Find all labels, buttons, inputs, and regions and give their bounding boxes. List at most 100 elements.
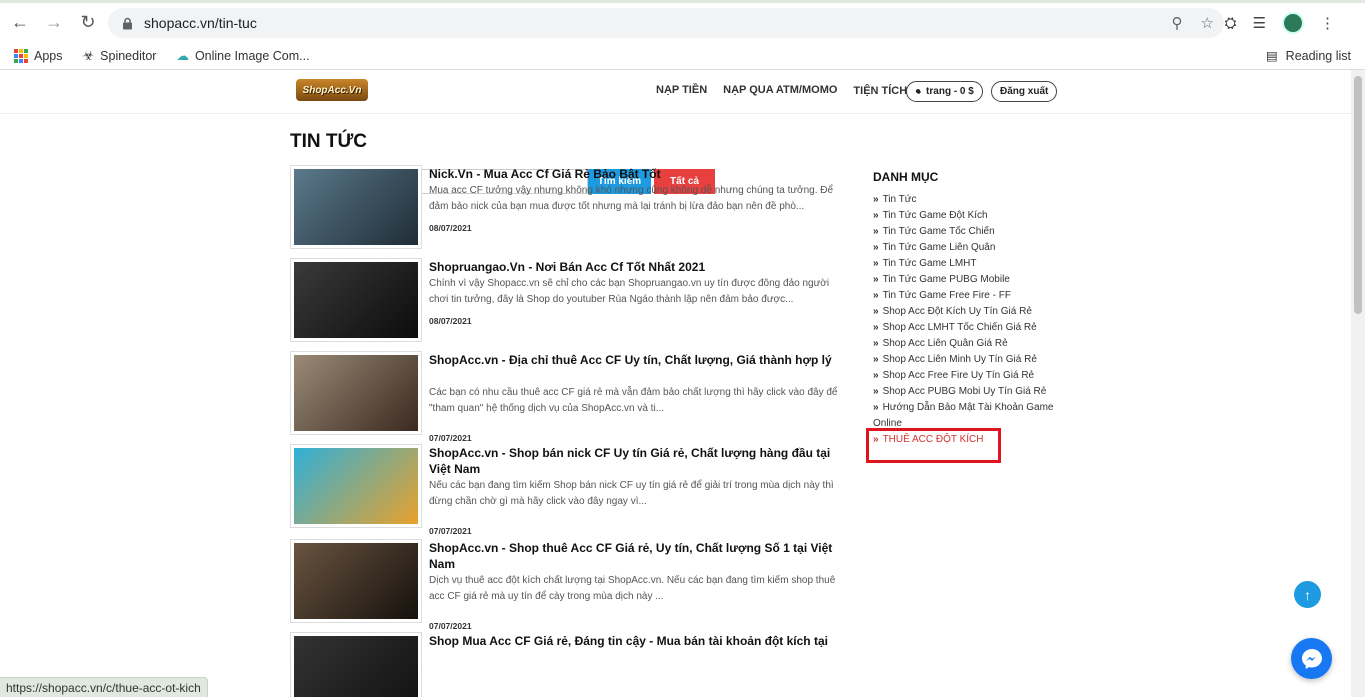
reading-list-icon: ▤ — [1265, 49, 1278, 63]
bookmark-label: Online Image Com... — [194, 48, 310, 63]
double-chevron-icon: » — [873, 386, 879, 397]
category-item[interactable]: » Tin Tức Game Free Fire - FF — [873, 288, 1054, 304]
cloud-icon: ☁ — [176, 49, 189, 63]
category-item[interactable]: » Tin Tức Game Tốc Chiến — [873, 224, 1054, 240]
post-thumbnail-image — [294, 448, 418, 524]
post-thumbnail[interactable] — [290, 258, 422, 342]
post-thumbnail[interactable] — [290, 165, 422, 249]
double-chevron-icon: » — [873, 226, 879, 237]
double-chevron-icon: » — [873, 402, 879, 413]
post-date: 08/07/2021 — [429, 223, 472, 233]
menu-nap-tien[interactable]: NẠP TIỀN — [656, 84, 707, 97]
messenger-button[interactable] — [1291, 638, 1332, 679]
post-date: 07/07/2021 — [429, 621, 472, 631]
media-queue-icon[interactable]: ☰ — [1253, 14, 1266, 32]
category-item[interactable]: » Shop Acc PUBG Mobi Uy Tín Giá Rẻ — [873, 384, 1054, 400]
post-description: Dịch vụ thuê acc đột kích chất lượng tại… — [429, 575, 836, 602]
back-icon[interactable]: ← — [6, 9, 34, 37]
category-label: Tin Tức Game Liên Quân — [882, 242, 996, 253]
menu-label: TIỆN TÍCH — [853, 85, 908, 97]
post-thumbnail[interactable] — [290, 351, 422, 435]
double-chevron-icon: » — [873, 290, 879, 301]
category-label: Tin Tức Game Tốc Chiến — [882, 226, 995, 237]
page-scrollbar[interactable] — [1351, 70, 1365, 697]
category-item[interactable]: » Tin Tức Game Đột Kích — [873, 208, 1054, 224]
reading-list-label: Reading list — [1285, 48, 1351, 63]
category-label: Tin Tức — [882, 194, 917, 205]
double-chevron-icon: » — [873, 274, 879, 285]
category-item[interactable]: » Shop Acc Liên Quân Giá Rẻ — [873, 336, 1054, 352]
puzzle-icon[interactable]: ⛭ — [1225, 15, 1237, 32]
forward-icon[interactable]: → — [40, 9, 68, 37]
category-list: » Tin Tức» Tin Tức Game Đột Kích» Tin Tức G… — [873, 192, 1054, 416]
url-text[interactable]: shopacc.vn/tin-tuc — [144, 15, 257, 31]
post-title[interactable]: ShopAcc.vn - Shop thuê Acc CF Giá rẻ, Uy… — [429, 540, 842, 572]
main-menu: NẠP TIỀN NẠP QUA ATM/MOMO TIỆN TÍCH ⌄ — [656, 84, 923, 97]
post-title[interactable]: Shopruangao.Vn - Nơi Bán Acc Cf Tốt Nhất… — [429, 259, 842, 275]
bookmark-label: Spineditor — [100, 48, 157, 63]
bookmark-spineditor[interactable]: ☣ Spineditor — [83, 48, 157, 64]
profile-avatar[interactable] — [1282, 12, 1304, 34]
apps-grid-icon — [14, 48, 28, 63]
user-balance-label: trang - 0 $ — [926, 86, 974, 97]
double-chevron-icon: » — [873, 242, 879, 253]
post-thumbnail-image — [294, 355, 418, 431]
category-label: Tin Tức Game LMHT — [882, 258, 977, 269]
category-label: Shop Acc PUBG Mobi Uy Tín Giá Rẻ — [882, 386, 1047, 397]
scrollbar-thumb[interactable] — [1354, 76, 1362, 314]
category-item[interactable]: » Tin Tức Game PUBG Mobile — [873, 272, 1054, 288]
category-label: Hướng Dẫn Bảo Mật Tài Khoản Game — [882, 402, 1054, 413]
post-thumbnail[interactable] — [290, 539, 422, 623]
post-title[interactable]: Shop Mua Acc CF Giá rẻ, Đáng tin cậy - M… — [429, 633, 842, 649]
category-label: Shop Acc Liên Minh Uy Tín Giá Rẻ — [882, 354, 1037, 365]
double-chevron-icon: » — [873, 306, 879, 317]
post-thumbnail[interactable] — [290, 444, 422, 528]
site-header: ShopAcc.Vn NẠP TIỀN NẠP QUA ATM/MOMO TIỆ… — [0, 70, 1365, 114]
logout-label: Đăng xuất — [1000, 86, 1049, 97]
spy-icon: ☣ — [82, 47, 95, 63]
extension-area: ⛭ ☰ ⋮ — [1225, 12, 1335, 34]
post-title[interactable]: Nick.Vn - Mua Acc Cf Giá Rẻ Bảo Bật Tốt — [429, 166, 842, 182]
post-date: 07/07/2021 — [429, 433, 472, 443]
double-chevron-icon: » — [873, 194, 879, 205]
post-thumbnail-image — [294, 543, 418, 619]
category-item[interactable]: » Hướng Dẫn Bảo Mật Tài Khoản Game — [873, 400, 1054, 416]
category-label: Tin Tức Game Đột Kích — [882, 210, 988, 221]
back-to-top-button[interactable]: ↑ — [1294, 581, 1321, 608]
bookmark-online-image[interactable]: ☁ Online Image Com... — [176, 48, 310, 64]
post-thumbnail[interactable] — [290, 632, 422, 697]
site-logo[interactable]: ShopAcc.Vn — [296, 79, 368, 101]
category-item[interactable]: » Tin Tức Game Liên Quân — [873, 240, 1054, 256]
double-chevron-icon: » — [873, 210, 879, 221]
star-icon[interactable]: ☆ — [1201, 14, 1214, 32]
address-bar[interactable]: shopacc.vn/tin-tuc ⚲ ☆ — [108, 8, 1224, 38]
category-item[interactable]: » Shop Acc Liên Minh Uy Tín Giá Rẻ — [873, 352, 1054, 368]
post-date: 08/07/2021 — [429, 316, 472, 326]
reading-list-button[interactable]: ▤ Reading list — [1265, 48, 1351, 64]
bookmarks-bar: Apps ☣ Spineditor ☁ Online Image Com... … — [0, 42, 1365, 70]
post-thumbnail-image — [294, 169, 418, 245]
category-item[interactable]: » Tin Tức Game LMHT — [873, 256, 1054, 272]
category-item[interactable]: » Shop Acc Free Fire Uy Tín Giá Rẻ — [873, 368, 1054, 384]
logout-button[interactable]: Đăng xuất — [991, 81, 1058, 102]
double-chevron-icon: » — [873, 322, 879, 333]
web-page: ShopAcc.Vn NẠP TIỀN NẠP QUA ATM/MOMO TIỆ… — [0, 70, 1365, 697]
menu-nap-atm[interactable]: NẠP QUA ATM/MOMO — [723, 84, 837, 97]
lock-icon[interactable] — [120, 16, 134, 30]
reload-icon[interactable]: ↻ — [74, 9, 102, 37]
zoom-icon[interactable]: ⚲ — [1172, 14, 1183, 32]
post-thumbnail-image — [294, 636, 418, 697]
browser-toolbar: ← → ↻ shopacc.vn/tin-tuc ⚲ ☆ ⛭ ☰ ⋮ — [0, 0, 1365, 42]
double-chevron-icon: » — [873, 354, 879, 365]
post-thumbnail-image — [294, 262, 418, 338]
bookmark-apps[interactable]: Apps — [14, 48, 63, 63]
post-description: Các bạn có nhu cầu thuê acc CF giá rẻ mà… — [429, 387, 838, 414]
category-item[interactable]: » Tin Tức — [873, 192, 1054, 208]
post-title[interactable]: ShopAcc.vn - Shop bán nick CF Uy tín Giá… — [429, 445, 842, 477]
category-item[interactable]: » Shop Acc LMHT Tốc Chiến Giá Rẻ — [873, 320, 1054, 336]
menu-dots-icon[interactable]: ⋮ — [1320, 14, 1335, 32]
user-balance-button[interactable]: ● trang - 0 $ — [906, 81, 983, 102]
double-chevron-icon: » — [873, 338, 879, 349]
post-title[interactable]: ShopAcc.vn - Địa chỉ thuê Acc CF Uy tín,… — [429, 352, 842, 368]
category-item[interactable]: » Shop Acc Đột Kích Uy Tín Giá Rẻ — [873, 304, 1054, 320]
